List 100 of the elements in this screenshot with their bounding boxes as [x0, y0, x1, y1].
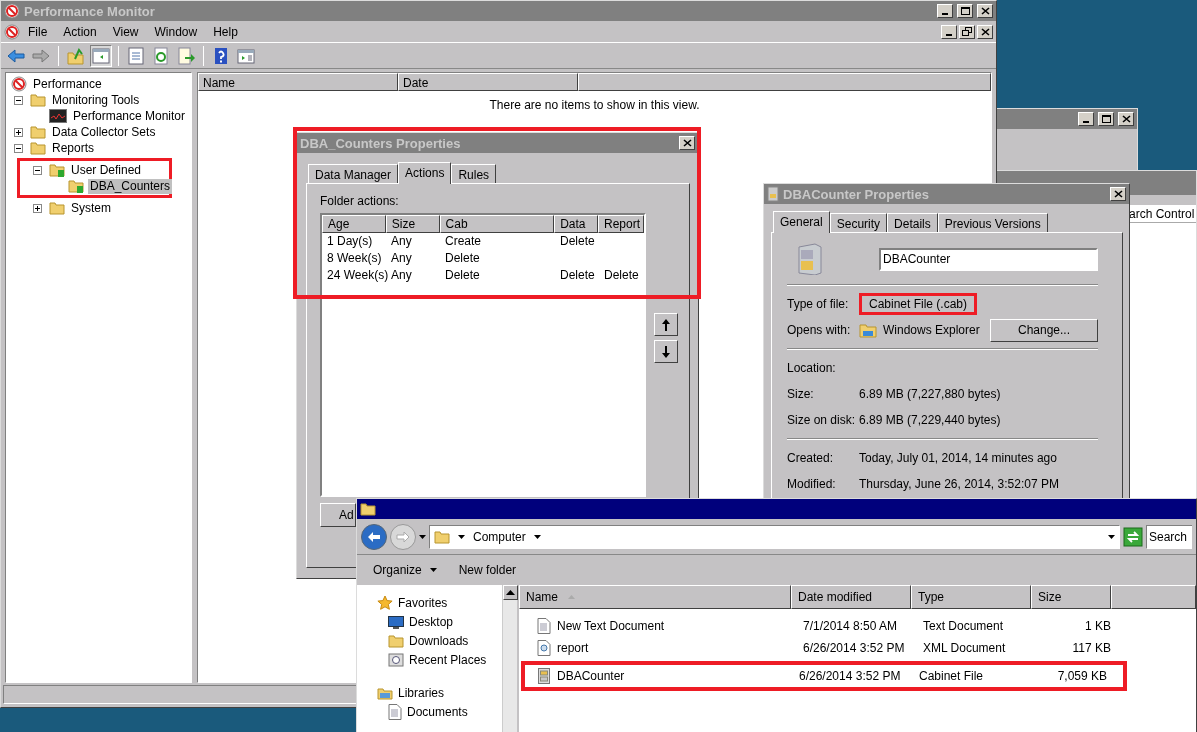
cabinet-file-icon — [537, 668, 551, 684]
field-label: Size: — [787, 387, 814, 401]
menu-item[interactable]: Window — [146, 22, 206, 41]
nav-item[interactable]: Downloads — [409, 633, 469, 648]
minimize-button[interactable] — [941, 24, 957, 39]
tree-item[interactable]: User Defined — [69, 162, 144, 178]
close-button[interactable] — [977, 24, 993, 39]
field-label: Type of file: — [787, 297, 849, 311]
column-header[interactable]: Report — [598, 215, 644, 233]
tree-item[interactable]: Monitoring Tools — [50, 92, 142, 108]
caret-icon — [533, 534, 541, 539]
file-name[interactable]: New Text Document — [557, 619, 665, 633]
help-icon — [212, 46, 230, 65]
window-title: DBACounter Properties — [783, 186, 930, 202]
window-title: DBA_Counters Properties — [300, 135, 462, 151]
tree-toggle-icon — [92, 46, 110, 65]
field-value: Cabinet File (.cab) — [859, 293, 978, 315]
column-header[interactable]: Name — [198, 73, 398, 91]
chart-monitor-icon — [49, 109, 67, 123]
file-size: 117 KB — [1072, 641, 1111, 655]
nav-item[interactable]: Documents — [407, 704, 468, 719]
tree-item[interactable]: System — [69, 200, 113, 216]
menu-item[interactable]: Action — [55, 22, 105, 41]
column-header[interactable]: Cab — [439, 215, 555, 233]
scroll-up-button[interactable] — [503, 585, 518, 600]
tree-item[interactable]: Performance — [31, 76, 104, 92]
tab[interactable]: Data Manager — [308, 164, 399, 183]
tab[interactable]: Security — [829, 213, 888, 232]
refresh-icon — [1123, 526, 1143, 547]
field-value: 6.89 MB (7,229,440 bytes) — [859, 413, 1001, 427]
maximize-button[interactable] — [1098, 112, 1114, 126]
back-button[interactable] — [361, 523, 387, 550]
add-button[interactable]: Ad — [320, 503, 356, 527]
field-label: Created: — [787, 451, 834, 465]
menu-item[interactable]: File — [20, 22, 56, 41]
document-icon — [388, 703, 402, 720]
column-header[interactable]: Data — [554, 215, 598, 233]
folder-icon — [30, 124, 46, 140]
file-name[interactable]: DBACounter — [557, 669, 625, 683]
file-name[interactable]: report — [557, 641, 589, 655]
table-cell-text: Any — [390, 250, 413, 267]
nav-group[interactable]: Favorites — [398, 595, 448, 610]
name-field[interactable]: DBACounter — [879, 247, 1098, 271]
column-header[interactable]: Size — [1031, 585, 1111, 609]
tree-toggle-button[interactable] — [90, 44, 112, 67]
column-header[interactable]: Date — [398, 73, 578, 91]
date-modified: 6/26/2014 3:52 PM — [799, 669, 901, 683]
close-button[interactable] — [679, 136, 695, 150]
search-field[interactable]: Search — [1146, 524, 1192, 549]
table-cell-text: 8 Week(s) — [326, 250, 383, 267]
refresh-button[interactable] — [1123, 526, 1143, 547]
move-up-button[interactable] — [654, 313, 678, 336]
address-bar[interactable]: Computer — [429, 524, 1120, 549]
export-button[interactable] — [175, 44, 197, 67]
tree-item[interactable]: Reports — [50, 140, 97, 156]
tab[interactable]: Previous Versions — [937, 213, 1048, 232]
breadcrumb-item: Computer — [473, 529, 526, 544]
close-button[interactable] — [977, 4, 993, 18]
nav-group[interactable]: Libraries — [398, 685, 445, 700]
column-header[interactable]: Name — [519, 585, 791, 609]
table-cell-text: Delete — [559, 267, 596, 284]
menu-item[interactable]: View — [104, 22, 147, 41]
minimize-button[interactable] — [937, 4, 953, 18]
tab[interactable]: Rules — [451, 164, 497, 183]
move-down-button[interactable] — [654, 340, 678, 363]
column-header[interactable]: Date modified — [791, 585, 911, 609]
command-button[interactable]: New folder — [456, 561, 519, 579]
down-arrow-icon — [660, 344, 672, 359]
export-icon — [177, 46, 195, 65]
minimize-icon — [1083, 121, 1089, 123]
section-label: Folder actions: — [320, 194, 400, 208]
restore-button[interactable] — [959, 24, 975, 39]
forward-button[interactable] — [390, 523, 416, 550]
minimize-button[interactable] — [1078, 112, 1094, 126]
nav-item[interactable]: Recent Places — [409, 652, 487, 667]
maximize-button[interactable] — [957, 4, 973, 18]
tree-item[interactable]: Data Collector Sets — [50, 124, 158, 140]
column-header[interactable]: Age — [322, 215, 386, 233]
nav-item[interactable]: Desktop — [409, 614, 454, 629]
properties-button[interactable] — [125, 44, 147, 67]
folder-icon — [859, 322, 877, 338]
tab[interactable]: Details — [887, 213, 938, 232]
close-button[interactable] — [1110, 187, 1126, 201]
close-button[interactable] — [1118, 112, 1134, 126]
tab[interactable]: General — [773, 211, 830, 233]
tree-item[interactable]: Performance Monitor — [71, 108, 188, 124]
tree-item[interactable]: DBA_Counters — [88, 178, 173, 194]
tab[interactable]: Actions — [398, 162, 452, 184]
field-label: Size on disk: — [787, 413, 856, 427]
field-value: Windows Explorer — [883, 323, 980, 337]
caret-icon — [419, 534, 426, 539]
restore-icon — [960, 25, 974, 38]
organize-button[interactable]: Organize — [371, 561, 439, 579]
menu-item[interactable]: Help — [205, 22, 246, 41]
field-value: Thursday, June 26, 2014, 3:52:07 PM — [859, 477, 1059, 491]
column-header[interactable]: Size — [385, 215, 440, 233]
field-label: Modified: — [787, 477, 836, 491]
change-button[interactable]: Change... — [990, 318, 1098, 342]
column-header[interactable]: Type — [911, 585, 1031, 609]
folder-icon — [30, 140, 46, 156]
